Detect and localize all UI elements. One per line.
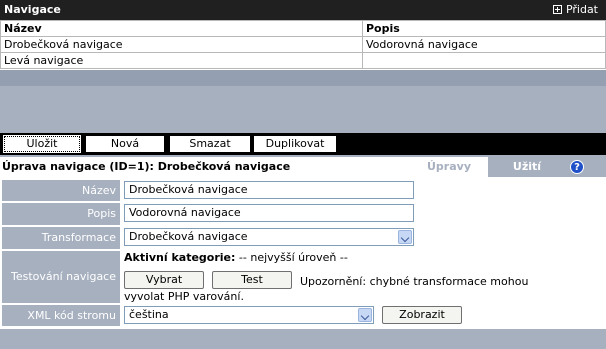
new-button[interactable]: Nová	[86, 136, 164, 152]
active-category-value: -- nejvyšší úroveň --	[238, 251, 348, 264]
warning-line2: vyvolat PHP varování.	[124, 290, 244, 303]
active-category-label: Aktivní kategorie:	[124, 251, 236, 264]
xml-label: XML kód stromu	[2, 305, 120, 326]
name-label: Název	[2, 180, 120, 201]
xml-selected: čeština	[129, 308, 169, 321]
warning-line1: Upozornění: chybné transformace mohou	[300, 275, 529, 288]
add-label: Přidat	[565, 3, 598, 16]
row-name[interactable]: Drobečková navigace	[0, 36, 363, 53]
edit-title: Úprava navigace (ID=1): Drobečková navig…	[0, 157, 410, 177]
transform-select[interactable]: Drobečková navigace	[124, 228, 414, 246]
delete-button[interactable]: Smazat	[170, 136, 250, 152]
chevron-down-icon[interactable]	[358, 308, 372, 322]
navigation-list-panel: Navigace Přidat Název Popis Drobečková n…	[0, 0, 606, 70]
test-label: Testování navigace	[2, 251, 120, 303]
toolbar: Uložit Nová Smazat Duplikovat	[0, 133, 606, 155]
table-row[interactable]: Levá navigace	[0, 52, 606, 69]
name-input[interactable]: Drobečková navigace	[124, 181, 414, 199]
row-name[interactable]: Levá navigace	[0, 52, 363, 69]
chevron-down-icon[interactable]	[398, 230, 412, 244]
transform-label: Transformace	[2, 227, 120, 249]
save-button[interactable]: Uložit	[3, 135, 81, 153]
desc-label: Popis	[2, 203, 120, 225]
row-desc[interactable]: Vodorovná navigace	[362, 36, 606, 53]
bottom-band	[0, 329, 606, 349]
column-header-desc: Popis	[362, 20, 606, 37]
xml-language-select[interactable]: čeština	[124, 306, 374, 324]
help-icon[interactable]: ?	[570, 160, 584, 174]
select-category-button[interactable]: Vybrat	[124, 271, 204, 289]
duplicate-button[interactable]: Duplikovat	[254, 136, 336, 152]
show-button[interactable]: Zobrazit	[382, 306, 462, 324]
edit-form: Název Drobečková navigace Popis Vodorovn…	[0, 177, 606, 329]
desc-input[interactable]: Vodorovná navigace	[124, 204, 414, 222]
tab-usage[interactable]: Užití	[488, 157, 566, 177]
add-button[interactable]: Přidat	[552, 3, 598, 16]
separator-band	[0, 70, 606, 86]
row-desc[interactable]	[362, 52, 606, 69]
transform-selected: Drobečková navigace	[129, 230, 248, 243]
active-category: Aktivní kategorie: -- nejvyšší úroveň --	[124, 251, 348, 264]
list-header: Navigace Přidat	[0, 0, 606, 20]
navigation-table: Název Popis Drobečková navigace Vodorovn…	[0, 20, 606, 69]
tab-edits[interactable]: Úpravy	[410, 157, 488, 177]
plus-icon	[552, 5, 562, 14]
test-button[interactable]: Test	[212, 271, 292, 289]
table-row[interactable]: Drobečková navigace Vodorovná navigace	[0, 36, 606, 53]
column-header-name: Název	[0, 20, 363, 37]
table-header-row: Název Popis	[0, 20, 606, 37]
list-title: Navigace	[4, 3, 61, 16]
